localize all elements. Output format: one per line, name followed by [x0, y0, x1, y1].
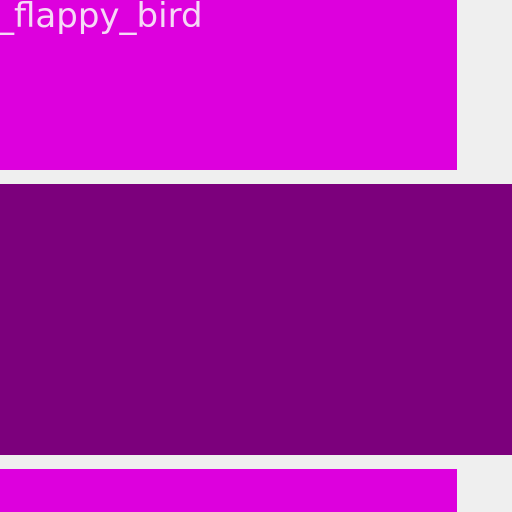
app-tile[interactable] [0, 469, 457, 512]
app-tile-selected[interactable] [0, 184, 512, 455]
app-tile-label: _flappy_bird [0, 0, 203, 36]
app-list-screen: _flappy_bird [0, 0, 512, 512]
app-tile-flappy-bird[interactable]: _flappy_bird [0, 0, 457, 170]
